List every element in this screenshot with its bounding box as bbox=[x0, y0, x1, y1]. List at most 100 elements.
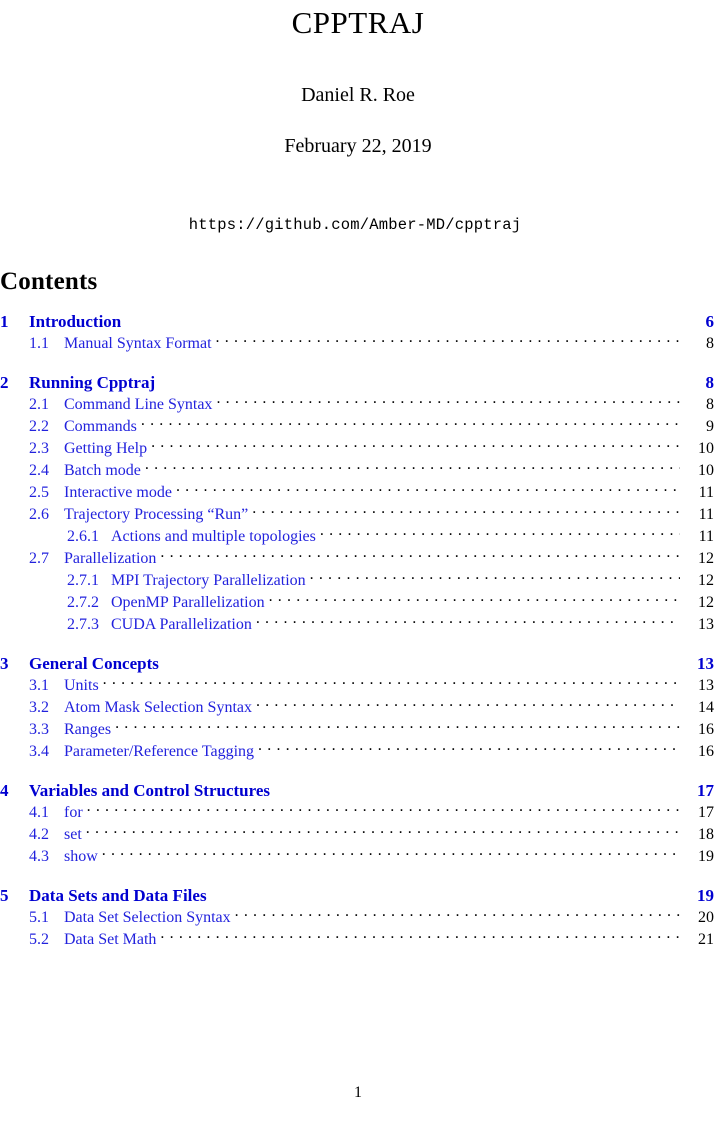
toc-dot-leader bbox=[320, 525, 680, 541]
toc-entry-label[interactable]: Ranges bbox=[64, 720, 111, 740]
toc-entry-label[interactable]: Interactive mode bbox=[64, 483, 172, 503]
toc-dot-leader bbox=[256, 696, 680, 712]
toc-dot-leader bbox=[115, 718, 680, 734]
toc-entry-page: 16 bbox=[698, 721, 714, 739]
toc-entry-3-3[interactable]: 3.3 Ranges 16 bbox=[0, 718, 714, 740]
toc-dot-leader bbox=[163, 652, 680, 669]
toc-entry-label[interactable]: Actions and multiple topologies bbox=[111, 527, 316, 547]
toc-entry-label[interactable]: Getting Help bbox=[64, 439, 147, 459]
toc-dot-leader bbox=[145, 459, 680, 475]
toc-entry-2-7-3[interactable]: 2.7.3 CUDA Parallelization 13 bbox=[0, 613, 714, 635]
toc-entry-label[interactable]: Data Set Selection Syntax bbox=[64, 908, 231, 928]
toc-entry-label[interactable]: Batch mode bbox=[64, 461, 141, 481]
toc-entry-label[interactable]: Atom Mask Selection Syntax bbox=[64, 698, 252, 718]
toc-entry-label[interactable]: Data Sets and Data Files bbox=[29, 886, 207, 906]
toc-entry-3-2[interactable]: 3.2 Atom Mask Selection Syntax 14 bbox=[0, 696, 714, 718]
toc-entry-2-3[interactable]: 2.3 Getting Help 10 bbox=[0, 437, 714, 459]
toc-entry-label[interactable]: set bbox=[64, 825, 82, 845]
toc-dot-leader bbox=[86, 823, 680, 839]
toc-entry-4-1[interactable]: 4.1 for 17 bbox=[0, 801, 714, 823]
toc-entry-label[interactable]: Command Line Syntax bbox=[64, 395, 212, 415]
toc-entry-3[interactable]: 3 General Concepts 13 bbox=[0, 652, 714, 674]
toc-entry-2-2[interactable]: 2.2 Commands 9 bbox=[0, 415, 714, 437]
toc-entry-label[interactable]: Variables and Control Structures bbox=[29, 781, 270, 801]
toc-entry-number: 4 bbox=[0, 781, 9, 801]
toc-entry-label[interactable]: Parallelization bbox=[64, 549, 156, 569]
toc-entry-1-1[interactable]: 1.1 Manual Syntax Format 8 bbox=[0, 332, 714, 354]
toc-entry-page: 11 bbox=[698, 528, 714, 546]
toc-dot-leader bbox=[160, 928, 680, 944]
toc-dot-leader bbox=[211, 884, 680, 901]
repository-url[interactable]: https://github.com/Amber-MD/cpptraj bbox=[189, 216, 522, 234]
toc-entry-label[interactable]: Commands bbox=[64, 417, 137, 437]
toc-dot-leader bbox=[258, 740, 680, 756]
toc-entry-number: 5 bbox=[0, 886, 9, 906]
toc-entry-2-4[interactable]: 2.4 Batch mode 10 bbox=[0, 459, 714, 481]
toc-dot-leader bbox=[216, 393, 680, 409]
toc-entry-page: 20 bbox=[698, 909, 714, 927]
toc-entry-4[interactable]: 4 Variables and Control Structures 17 bbox=[0, 779, 714, 801]
toc-entry-page: 19 bbox=[698, 848, 714, 866]
toc-entry-label[interactable]: Parameter/Reference Tagging bbox=[64, 742, 254, 762]
contents-heading: Contents bbox=[0, 268, 98, 296]
toc-entry-page: 18 bbox=[698, 826, 714, 844]
toc-entry-number: 3.4 bbox=[29, 743, 49, 761]
document-author: Daniel R. Roe bbox=[301, 84, 415, 107]
toc-entry-5-1[interactable]: 5.1 Data Set Selection Syntax 20 bbox=[0, 906, 714, 928]
toc-entry-label[interactable]: OpenMP Parallelization bbox=[111, 593, 265, 613]
toc-entry-2-6-1[interactable]: 2.6.1 Actions and multiple topologies 11 bbox=[0, 525, 714, 547]
toc-entry-3-4[interactable]: 3.4 Parameter/Reference Tagging 16 bbox=[0, 740, 714, 762]
toc-entry-page: 21 bbox=[698, 931, 714, 949]
toc-entry-2-5[interactable]: 2.5 Interactive mode 11 bbox=[0, 481, 714, 503]
table-of-contents: 1Introduction61.1Manual Syntax Format82R… bbox=[0, 310, 716, 950]
toc-entry-label[interactable]: Running Cpptraj bbox=[29, 373, 155, 393]
toc-entry-number: 2.6.1 bbox=[67, 528, 99, 546]
toc-entry-page: 10 bbox=[698, 440, 714, 458]
toc-entry-label[interactable]: Trajectory Processing “Run” bbox=[64, 505, 248, 525]
toc-dot-leader bbox=[235, 906, 680, 922]
toc-dot-leader bbox=[160, 547, 680, 563]
toc-entry-page: 9 bbox=[706, 418, 714, 436]
toc-entry-label[interactable]: MPI Trajectory Parallelization bbox=[111, 571, 306, 591]
toc-entry-2-7-1[interactable]: 2.7.1 MPI Trajectory Parallelization 12 bbox=[0, 569, 714, 591]
toc-entry-page: 8 bbox=[705, 373, 715, 393]
toc-entry-2-1[interactable]: 2.1 Command Line Syntax 8 bbox=[0, 393, 714, 415]
toc-entry-label[interactable]: CUDA Parallelization bbox=[111, 615, 252, 635]
toc-entry-5[interactable]: 5 Data Sets and Data Files 19 bbox=[0, 884, 714, 906]
toc-entry-4-3[interactable]: 4.3 show 19 bbox=[0, 845, 714, 867]
toc-entry-label[interactable]: show bbox=[64, 847, 98, 867]
toc-entry-label[interactable]: General Concepts bbox=[29, 654, 159, 674]
toc-entry-page: 13 bbox=[698, 677, 714, 695]
toc-entry-number: 3.3 bbox=[29, 721, 49, 739]
toc-entry-2[interactable]: 2 Running Cpptraj 8 bbox=[0, 371, 714, 393]
toc-entry-label[interactable]: Data Set Math bbox=[64, 930, 156, 950]
toc-entry-page: 11 bbox=[698, 506, 714, 524]
toc-entry-number: 5.1 bbox=[29, 909, 49, 927]
toc-dot-leader bbox=[159, 371, 680, 388]
toc-entry-label[interactable]: Introduction bbox=[29, 312, 121, 332]
toc-entry-3-1[interactable]: 3.1 Units 13 bbox=[0, 674, 714, 696]
toc-entry-page: 14 bbox=[698, 699, 714, 717]
toc-entry-2-7[interactable]: 2.7 Parallelization 12 bbox=[0, 547, 714, 569]
toc-entry-number: 2.7.1 bbox=[67, 572, 99, 590]
toc-entry-page: 10 bbox=[698, 462, 714, 480]
document-date: February 22, 2019 bbox=[284, 135, 432, 158]
toc-entry-page: 17 bbox=[698, 804, 714, 822]
toc-entry-number: 5.2 bbox=[29, 931, 49, 949]
toc-entry-label[interactable]: Manual Syntax Format bbox=[64, 334, 212, 354]
toc-dot-leader bbox=[176, 481, 680, 497]
toc-entry-number: 2.7.2 bbox=[67, 594, 99, 612]
toc-entry-number: 2.2 bbox=[29, 418, 49, 436]
toc-entry-5-2[interactable]: 5.2 Data Set Math 21 bbox=[0, 928, 714, 950]
toc-entry-2-6[interactable]: 2.6 Trajectory Processing “Run” 11 bbox=[0, 503, 714, 525]
toc-entry-number: 2.3 bbox=[29, 440, 49, 458]
toc-entry-label[interactable]: Units bbox=[64, 676, 99, 696]
toc-entry-4-2[interactable]: 4.2 set 18 bbox=[0, 823, 714, 845]
title-block: CPPTRAJ Daniel R. Roe February 22, 2019 … bbox=[0, 0, 716, 234]
toc-dot-leader bbox=[87, 801, 680, 817]
toc-entry-number: 4.3 bbox=[29, 848, 49, 866]
toc-dot-leader bbox=[125, 310, 680, 327]
toc-entry-2-7-2[interactable]: 2.7.2 OpenMP Parallelization 12 bbox=[0, 591, 714, 613]
toc-entry-label[interactable]: for bbox=[64, 803, 83, 823]
toc-entry-1[interactable]: 1 Introduction 6 bbox=[0, 310, 714, 332]
